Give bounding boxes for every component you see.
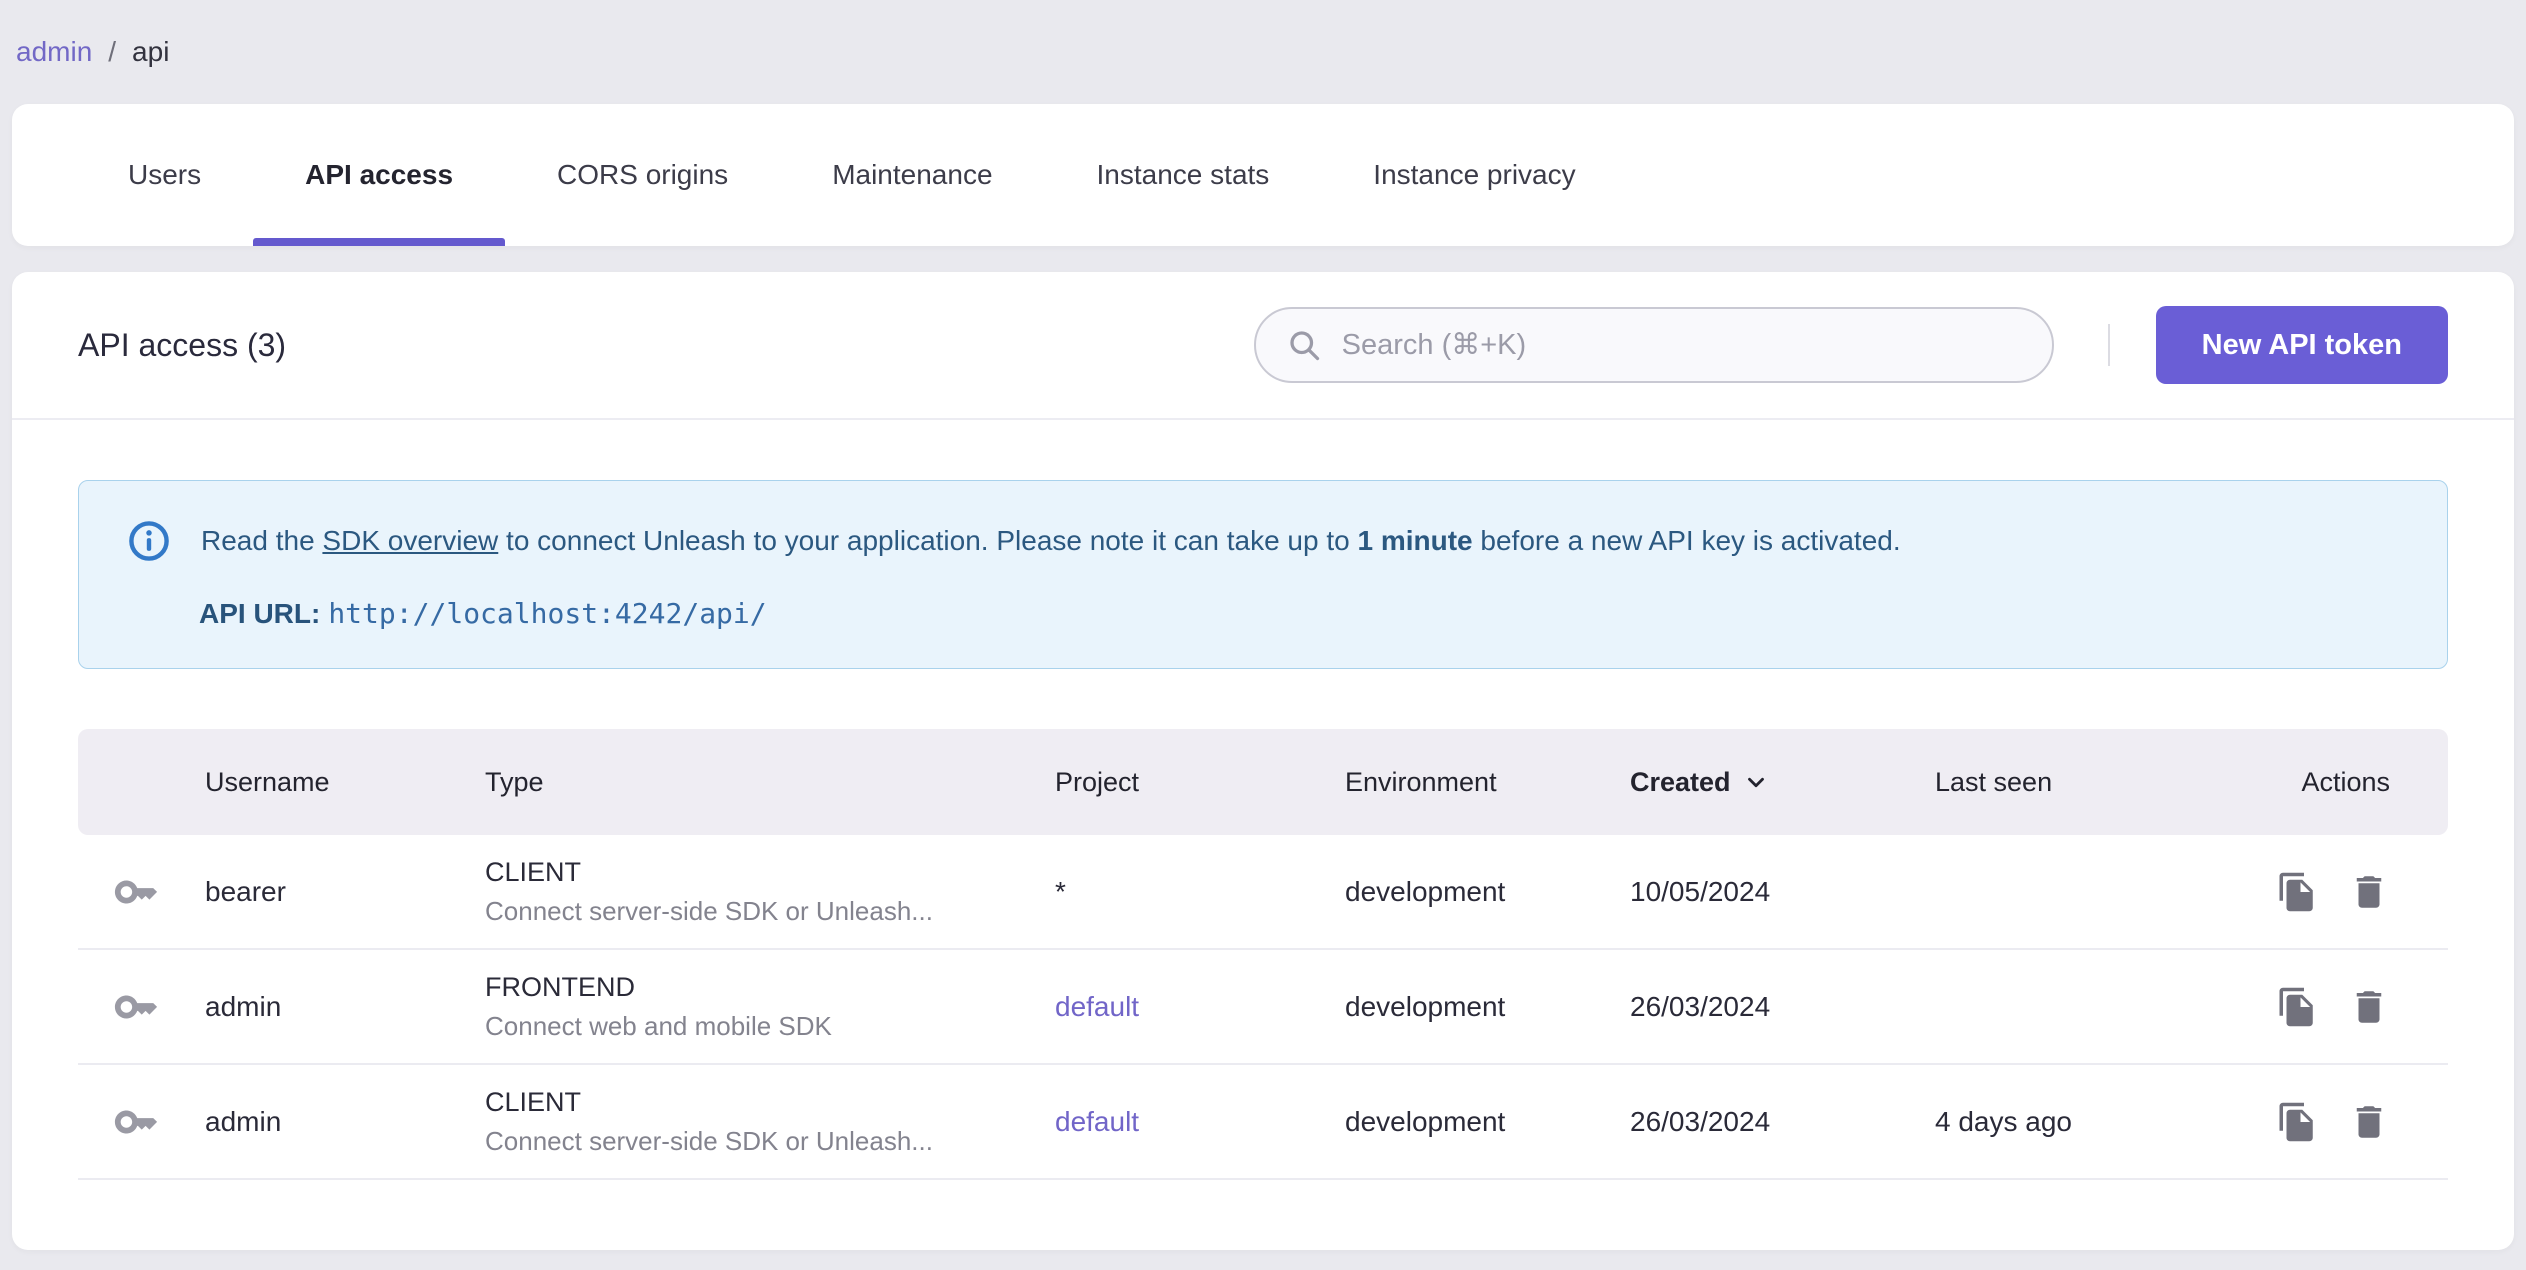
- cell-type: FRONTEND Connect web and mobile SDK: [485, 972, 1055, 1042]
- cell-created: 26/03/2024: [1630, 990, 1771, 1022]
- cell-environment: development: [1345, 990, 1506, 1022]
- column-header-type[interactable]: Type: [485, 767, 1055, 798]
- copy-token-button[interactable]: [2275, 985, 2319, 1029]
- cell-project: default: [1055, 991, 1345, 1023]
- delete-token-button[interactable]: [2347, 1100, 2391, 1144]
- breadcrumb-current-page: api: [132, 36, 170, 67]
- sort-desc-chevron-icon: [1747, 777, 1764, 788]
- settings-tab-bar: Users API access CORS origins Maintenanc…: [12, 104, 2514, 246]
- card-body: Read the SDK overview to connect Unleash…: [12, 420, 2514, 1180]
- table-row: admin CLIENT Connect server-side SDK or …: [78, 1065, 2448, 1180]
- cell-actions: [2275, 985, 2449, 1029]
- cell-username: bearer: [205, 875, 286, 907]
- cell-type: CLIENT Connect server-side SDK or Unleas…: [485, 1087, 1055, 1157]
- cell-project: default: [1055, 1106, 1345, 1138]
- column-header-created[interactable]: Created: [1630, 767, 1935, 798]
- cell-actions: [2275, 870, 2449, 914]
- delete-token-button[interactable]: [2347, 985, 2391, 1029]
- trash-icon: [2356, 990, 2382, 1023]
- tab-instance-privacy[interactable]: Instance privacy: [1321, 104, 1627, 246]
- api-url-label: API URL: [199, 598, 311, 629]
- cell-created: 10/05/2024: [1630, 875, 1771, 907]
- copy-icon: [2279, 872, 2313, 911]
- tab-api-access[interactable]: API access: [253, 104, 505, 246]
- alert-text-prefix: Read the: [201, 525, 323, 557]
- page-title: API access (3): [78, 326, 287, 363]
- delete-token-button[interactable]: [2347, 870, 2391, 914]
- token-type-description: Connect server-side SDK or Unleash...: [485, 895, 933, 926]
- api-tokens-table: Username Type Project Environment Create…: [78, 729, 2448, 1180]
- cell-username: admin: [205, 1105, 282, 1137]
- table-row: admin FRONTEND Connect web and mobile SD…: [78, 950, 2448, 1065]
- alert-text-middle: to connect Unleash to your application. …: [498, 525, 1358, 557]
- token-type-description: Connect server-side SDK or Unleash...: [485, 1125, 933, 1156]
- copy-token-button[interactable]: [2275, 1100, 2319, 1144]
- card-header: API access (3) New API token: [12, 272, 2514, 420]
- copy-icon: [2279, 1102, 2313, 1141]
- token-type-description: Connect web and mobile SDK: [485, 1010, 832, 1041]
- cell-environment: development: [1345, 1105, 1506, 1137]
- tab-maintenance[interactable]: Maintenance: [780, 104, 1044, 246]
- api-url-line: API URL: http://localhost:4242/api/: [127, 597, 2399, 630]
- key-icon: [114, 995, 158, 1018]
- trash-icon: [2356, 875, 2382, 908]
- tab-instance-stats[interactable]: Instance stats: [1045, 104, 1322, 246]
- api-url-separator: :: [311, 598, 321, 629]
- header-divider: [2107, 324, 2110, 366]
- alert-text: Read the SDK overview to connect Unleash…: [201, 521, 1901, 560]
- search-box[interactable]: [1253, 307, 2054, 383]
- info-icon: [129, 521, 169, 561]
- breadcrumb: admin / api: [16, 36, 169, 68]
- sdk-info-alert: Read the SDK overview to connect Unleash…: [78, 480, 2448, 669]
- breadcrumb-separator: /: [108, 36, 117, 67]
- column-header-actions: Actions: [2301, 766, 2390, 797]
- breadcrumb-admin-link[interactable]: admin: [16, 36, 92, 68]
- column-header-username[interactable]: Username: [205, 767, 485, 798]
- search-icon: [1289, 331, 1319, 361]
- key-icon: [114, 880, 158, 903]
- copy-token-button[interactable]: [2275, 870, 2319, 914]
- new-api-token-button[interactable]: New API token: [2155, 306, 2448, 384]
- column-header-created-label: Created: [1630, 766, 1731, 797]
- column-header-last-seen[interactable]: Last seen: [1935, 767, 2275, 798]
- column-header-project[interactable]: Project: [1055, 767, 1345, 798]
- tab-cors-origins[interactable]: CORS origins: [505, 104, 780, 246]
- token-type: CLIENT: [485, 1086, 582, 1117]
- api-url-value: http://localhost:4242/api/: [328, 597, 767, 630]
- column-header-environment[interactable]: Environment: [1345, 767, 1630, 798]
- key-icon: [114, 1110, 158, 1133]
- search-input[interactable]: [1341, 328, 2022, 362]
- table-row: bearer CLIENT Connect server-side SDK or…: [78, 835, 2448, 950]
- cell-type: CLIENT Connect server-side SDK or Unleas…: [485, 857, 1055, 927]
- cell-project: *: [1055, 875, 1066, 907]
- table-header-row: Username Type Project Environment Create…: [78, 729, 2448, 835]
- cell-username: admin: [205, 990, 282, 1022]
- alert-text-bold: 1 minute: [1357, 525, 1473, 557]
- copy-icon: [2279, 987, 2313, 1026]
- trash-icon: [2356, 1105, 2382, 1138]
- sdk-overview-link[interactable]: SDK overview: [322, 525, 498, 556]
- cell-created: 26/03/2024: [1630, 1105, 1771, 1137]
- cell-last-seen: 4 days ago: [1935, 1105, 2072, 1137]
- token-type: CLIENT: [485, 856, 582, 887]
- project-link[interactable]: default: [1055, 1106, 1139, 1137]
- cell-environment: development: [1345, 875, 1506, 907]
- tab-users[interactable]: Users: [76, 104, 253, 246]
- api-access-card: API access (3) New API token Read the S: [12, 272, 2514, 1250]
- alert-text-suffix: before a new API key is activated.: [1472, 525, 1901, 557]
- project-link[interactable]: default: [1055, 991, 1139, 1022]
- cell-actions: [2275, 1100, 2449, 1144]
- token-type: FRONTEND: [485, 971, 635, 1002]
